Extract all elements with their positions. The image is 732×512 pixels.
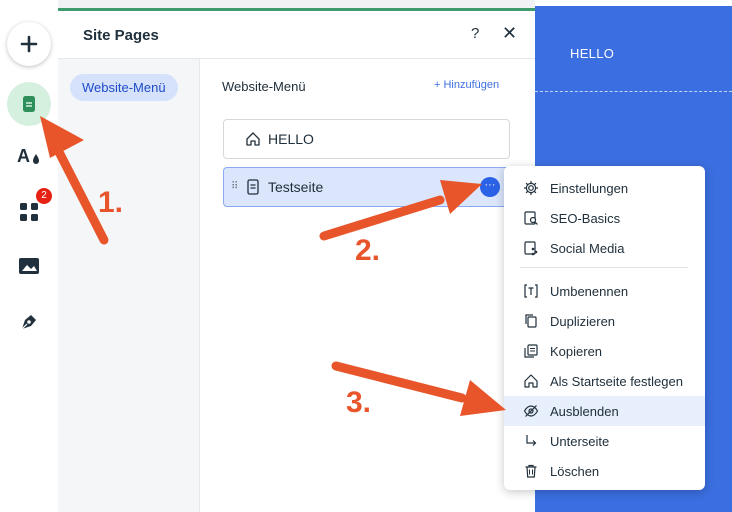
panel-title: Site Pages [83,27,159,44]
image-icon [19,258,39,274]
left-toolbar: A 2 [0,0,59,512]
menu-item-label: Umbenennen [550,283,629,299]
page-label: Testseite [268,179,324,195]
menu-item-hide[interactable]: Ausblenden [504,396,705,426]
menu-item-seo[interactable]: SEO-Basics [504,203,705,233]
subpage-icon [522,432,540,450]
close-icon[interactable]: ✕ [502,23,517,44]
panel-left-column: Website-Menü [58,59,200,512]
menu-item-copy[interactable]: Kopieren [504,336,705,366]
top-strip [58,0,535,8]
site-pages-panel: Site Pages ? ✕ Website-Menü Website-Menü… [58,11,535,512]
blog-button[interactable] [7,300,51,344]
pen-nib-icon [21,315,36,330]
seo-icon [522,209,540,227]
menu-item-subpage[interactable]: Unterseite [504,426,705,456]
site-header-text[interactable]: HELLO [570,46,614,61]
menu-item-label: Einstellungen [550,180,629,196]
menu-separator [520,267,688,268]
svg-text:A: A [17,146,30,166]
menu-item-label: Ausblenden [550,403,619,419]
step-2-label: 2. [355,234,381,267]
theme-font-icon: A [17,146,39,166]
menu-item-delete[interactable]: Löschen [504,456,705,486]
section-title: Website-Menü [222,79,306,94]
menu-item-label: Unterseite [550,433,610,449]
menu-item-label: Kopieren [550,343,603,359]
add-elements-button[interactable] [7,22,51,66]
step-3-label: 3. [346,386,372,419]
copy-icon [522,342,540,360]
menu-item-label: Social Media [550,240,625,256]
menu-item-set-homepage[interactable]: Als Startseite festlegen [504,366,705,396]
menu-item-rename[interactable]: Umbenennen [504,276,705,306]
menu-item-social[interactable]: Social Media [504,233,705,263]
menu-item-label: SEO-Basics [550,210,621,226]
apps-notification-badge: 2 [36,188,52,204]
menu-item-duplicate[interactable]: Duplizieren [504,306,705,336]
page-icon [244,178,262,196]
add-page-button[interactable]: + Hinzufügen [434,79,499,91]
home-icon [244,130,262,148]
drag-handle-icon[interactable]: ⠿ [231,181,238,192]
rename-icon [522,282,540,300]
hide-icon [522,402,540,420]
page-row-testseite[interactable]: ⠿ Testseite ··· [223,167,510,207]
menu-item-label: Löschen [550,463,600,479]
menu-item-settings[interactable]: Einstellungen [504,173,705,203]
page-context-menu: Einstellungen SEO-Basics Social Media Um… [504,166,705,490]
section-boundary [535,91,732,92]
pages-icon [23,96,35,112]
help-icon[interactable]: ? [471,25,479,42]
menu-item-label: Duplizieren [550,313,616,329]
more-actions-icon[interactable]: ··· [480,177,500,197]
duplicate-icon [522,312,540,330]
design-button[interactable]: A [7,134,51,178]
media-button[interactable] [7,244,51,288]
apps-grid-icon [20,203,38,221]
social-icon [522,239,540,257]
trash-icon [522,462,540,480]
home-icon [522,372,540,390]
menu-item-label: Als Startseite festlegen [550,373,683,389]
gear-icon [522,179,540,197]
pages-menu-button[interactable] [7,82,51,126]
plus-icon [20,35,38,53]
page-row-hello[interactable]: HELLO [223,119,510,159]
website-menu-tab[interactable]: Website-Menü [70,74,178,101]
step-1-label: 1. [98,186,124,219]
page-label: HELLO [268,131,314,147]
